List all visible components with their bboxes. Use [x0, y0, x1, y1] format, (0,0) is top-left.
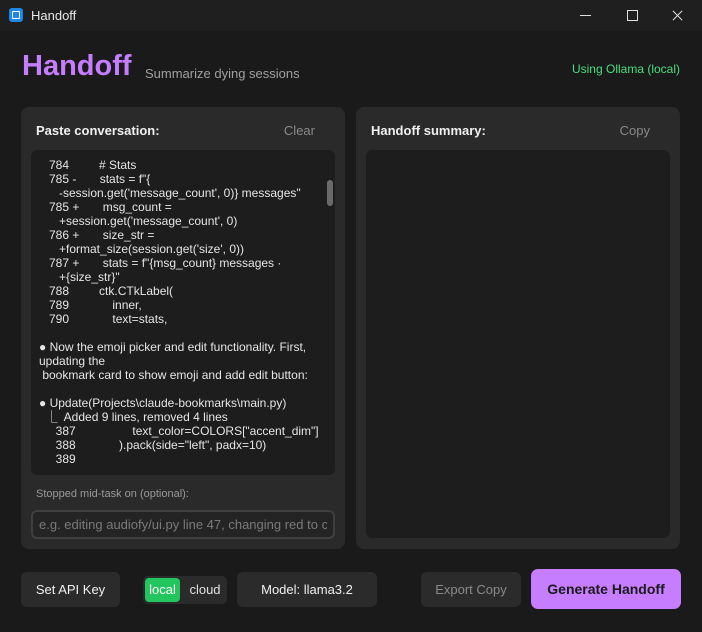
mode-cloud-option[interactable]: cloud — [187, 578, 223, 602]
summary-textbox[interactable] — [366, 150, 670, 538]
export-copy-button[interactable]: Export Copy — [421, 572, 521, 607]
model-selector[interactable]: Model: llama3.2 — [237, 572, 377, 607]
app-icon — [9, 8, 23, 22]
conversation-text: 784 # Stats 785 - stats = f"{ -session.g… — [39, 158, 319, 466]
summary-panel: Handoff summary: Copy — [356, 107, 680, 549]
generate-handoff-button[interactable]: Generate Handoff — [531, 569, 681, 609]
app-tagline: Summarize dying sessions — [145, 66, 300, 81]
conversation-panel: Paste conversation: Clear 784 # Stats 78… — [21, 107, 345, 549]
close-button[interactable] — [654, 0, 700, 31]
minimize-button[interactable] — [562, 0, 608, 31]
stopped-task-label: Stopped mid-task on (optional): — [36, 488, 189, 500]
provider-status: Using Ollama (local) — [571, 62, 680, 76]
clear-button[interactable]: Clear — [284, 123, 315, 138]
app-brand-title: Handoff — [22, 50, 132, 82]
maximize-button[interactable] — [609, 0, 655, 31]
minimize-icon — [580, 15, 591, 16]
copy-button[interactable]: Copy — [620, 123, 650, 138]
mode-toggle: local cloud — [143, 576, 227, 604]
conversation-scrollbar[interactable] — [327, 180, 333, 206]
stopped-task-input[interactable] — [31, 510, 335, 539]
mode-local-option[interactable]: local — [145, 578, 180, 602]
conversation-textbox[interactable]: 784 # Stats 785 - stats = f"{ -session.g… — [31, 150, 335, 475]
title-bar: Handoff — [0, 0, 702, 31]
set-api-key-button[interactable]: Set API Key — [21, 572, 120, 607]
window-title: Handoff — [31, 8, 77, 23]
summary-panel-title: Handoff summary: — [371, 123, 486, 138]
conversation-panel-title: Paste conversation: — [36, 123, 160, 138]
maximize-icon — [627, 10, 638, 21]
